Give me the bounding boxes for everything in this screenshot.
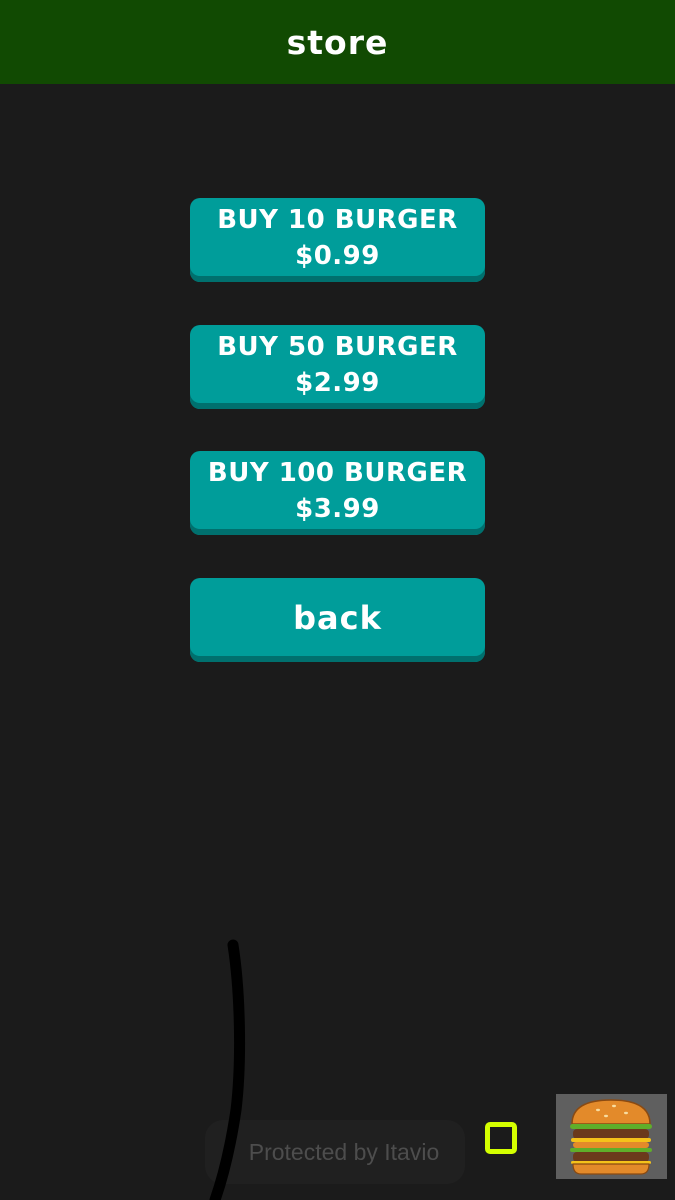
square-outline-icon[interactable]	[485, 1122, 517, 1154]
burger-icon-button[interactable]	[556, 1094, 667, 1179]
brush-stroke-decoration	[209, 939, 246, 1200]
burger-icon	[570, 1099, 652, 1175]
